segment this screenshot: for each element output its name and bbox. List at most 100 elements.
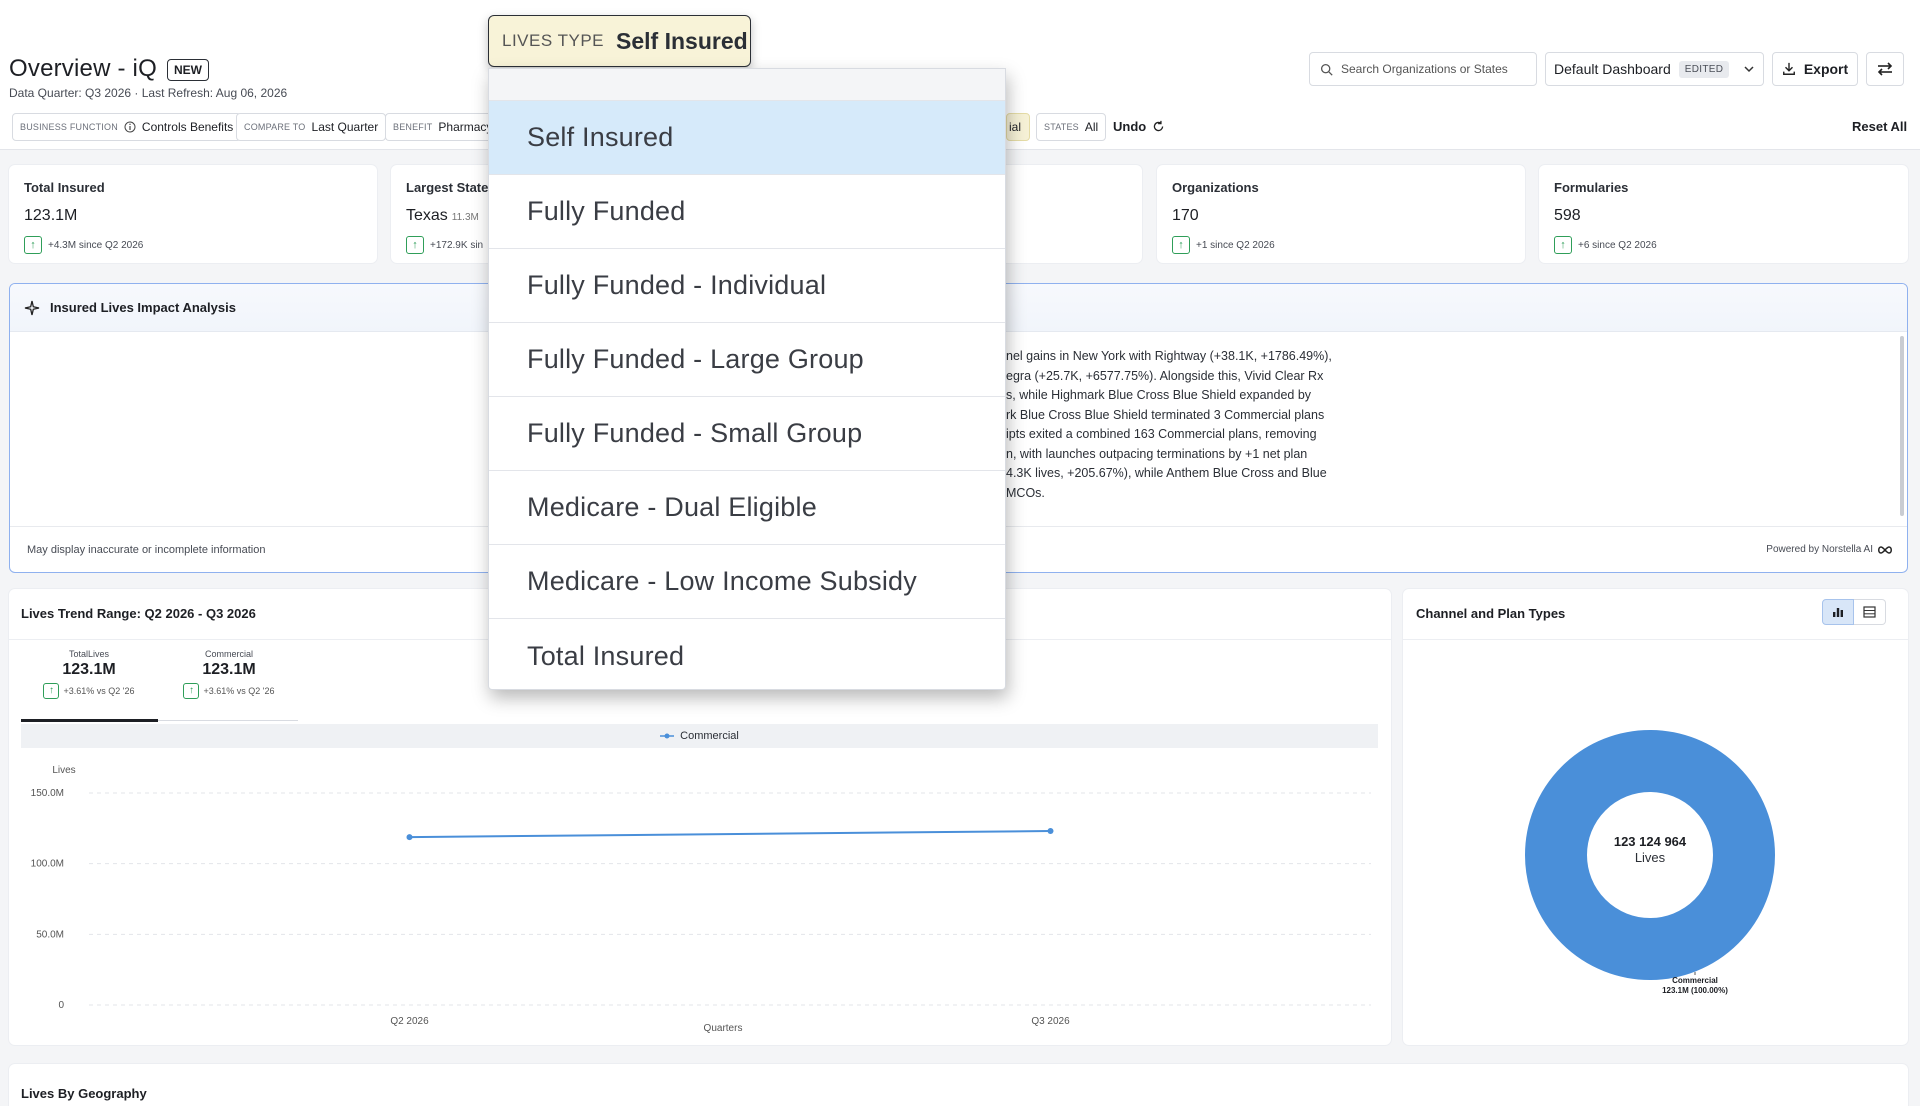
benefit-value: Pharmacy <box>438 120 493 134</box>
menu-item-fully-funded-individual[interactable]: Fully Funded - Individual <box>489 249 1005 323</box>
menu-item-self-insured[interactable]: Self Insured <box>489 101 1005 175</box>
menu-item-medicare-dual-eligible[interactable]: Medicare - Dual Eligible <box>489 471 1005 545</box>
impact-analysis-title: Insured Lives Impact Analysis <box>50 300 236 315</box>
lives-trend-chart: 050.0M100.0M150.0M Q2 2026 Q3 2026 Lives … <box>31 765 1371 1034</box>
kpi-delta-text: +172.9K sin <box>430 239 484 251</box>
swap-view-button[interactable] <box>1866 52 1904 86</box>
arrow-up-icon: ↑ <box>1172 236 1190 254</box>
analysis-line: rk Blue Cross Blue Shield terminated 3 C… <box>1006 407 1325 422</box>
search-icon <box>1320 63 1333 76</box>
kpi-value-text: Texas <box>406 207 448 224</box>
kpi-organizations: Organizations 170 ↑ +1 since Q2 2026 <box>1157 165 1525 263</box>
bar-chart-icon <box>1833 608 1843 617</box>
analysis-scrollbar[interactable] <box>1900 336 1904 516</box>
tab-value: 123.1M <box>202 661 256 678</box>
download-icon <box>1782 62 1795 75</box>
kpi-value-text: 170 <box>1172 207 1199 224</box>
menu-item-fully-funded-large-group[interactable]: Fully Funded - Large Group <box>489 323 1005 397</box>
export-label: Export <box>1803 61 1849 77</box>
data-point[interactable] <box>406 834 413 841</box>
tab-value: 123.1M <box>62 661 116 678</box>
kpi-value-text: 598 <box>1554 207 1581 224</box>
compare-to-filter[interactable]: COMPARE TO Last Quarter <box>236 113 387 141</box>
states-value: All <box>1084 120 1099 134</box>
lives-type-filter-partial[interactable]: ial <box>1006 113 1030 141</box>
channel-title: Channel and Plan Types <box>1416 606 1566 621</box>
x-axis-label: Quarters <box>704 1023 743 1034</box>
lives-type-selected: Self Insured <box>616 27 748 54</box>
menu-item-fully-funded-small-group[interactable]: Fully Funded - Small Group <box>489 397 1005 471</box>
disclaimer-text: May display inaccurate or incomplete inf… <box>27 543 266 556</box>
kpi-delta: ↑ +4.3M since Q2 2026 <box>24 236 143 254</box>
analysis-line: ipts exited a combined 163 Commercial pl… <box>1006 427 1317 441</box>
table-icon <box>1863 606 1876 618</box>
y-tick-label: 50.0M <box>36 929 64 940</box>
tab-delta: ↑ +3.61% vs Q2 '26 <box>159 683 299 699</box>
search-placeholder: Search Organizations or States <box>1341 62 1508 76</box>
business-function-value: Controls Benefits <box>141 120 234 134</box>
info-icon <box>124 121 136 133</box>
compare-to-value: Last Quarter <box>311 120 379 134</box>
menu-item-fully-funded[interactable]: Fully Funded <box>489 175 1005 249</box>
lives-type-filter[interactable]: LIVES TYPE Self Insured <box>488 15 751 67</box>
series-line-commercial <box>409 830 1051 839</box>
lives-type-menu: Self Insured Fully Funded Fully Funded -… <box>488 68 1006 690</box>
channel-donut-chart: 123 124 964 Lives Commercial 123.1M (100… <box>1525 730 1775 995</box>
y-axis-label: Lives <box>52 765 75 776</box>
export-button[interactable]: Export <box>1772 52 1858 86</box>
geography-title: Lives By Geography <box>21 1086 147 1101</box>
states-key: STATES <box>1044 122 1079 132</box>
kpi-label: Organizations <box>1172 180 1259 195</box>
lives-type-partial-value: ial <box>1009 120 1022 134</box>
donut-center-label: Lives <box>1635 850 1666 865</box>
compare-to-key: COMPARE TO <box>244 122 306 132</box>
data-point[interactable] <box>1047 828 1054 835</box>
search-input[interactable]: Search Organizations or States <box>1309 52 1537 86</box>
lives-by-geography-panel: Lives By Geography <box>9 1064 1908 1106</box>
impact-analysis-text: nel gains in New York with Rightway (+38… <box>1006 347 1386 503</box>
edited-badge: EDITED <box>1678 60 1730 78</box>
active-tab-indicator <box>21 719 158 722</box>
reset-all-button[interactable]: Reset All <box>1852 119 1907 134</box>
donut-slice-label: Commercial <box>1672 976 1718 985</box>
sparkle-icon <box>24 300 40 315</box>
states-filter[interactable]: STATES All <box>1036 113 1107 141</box>
refresh-icon <box>1154 120 1164 132</box>
business-function-filter[interactable]: BUSINESS FUNCTION Controls Benefits <box>12 113 242 141</box>
arrow-up-icon: ↑ <box>183 683 200 699</box>
y-tick-label: 100.0M <box>31 859 64 870</box>
kpi-delta: ↑ +1 since Q2 2026 <box>1172 236 1275 254</box>
kpi-hidden-card <box>990 165 1142 263</box>
benefit-filter[interactable]: BENEFIT Pharmacy <box>385 113 493 141</box>
menu-item-total-insured[interactable]: Total Insured <box>489 619 1005 693</box>
data-refresh-info: Data Quarter: Q3 2026 · Last Refresh: Au… <box>9 86 288 100</box>
tab-delta-text: +3.61% vs Q2 '26 <box>63 686 135 696</box>
kpi-formularies: Formularies 598 ↑ +6 since Q2 2026 <box>1539 165 1908 263</box>
kpi-label: Largest State <box>406 180 489 195</box>
dashboard-select[interactable]: Default Dashboard EDITED <box>1545 52 1764 86</box>
arrow-up-icon: ↑ <box>406 236 424 254</box>
x-tick-label: Q2 2026 <box>390 1016 429 1027</box>
tab-total-lives[interactable]: TotalLives 123.1M ↑ +3.61% vs Q2 '26 <box>19 649 159 699</box>
analysis-line: nel gains in New York with Rightway (+38… <box>1006 349 1332 363</box>
menu-header-gap <box>489 69 1005 101</box>
page-title: Overview - iQ <box>9 55 157 82</box>
powered-by-text: Powered by Norstella AI <box>1766 544 1873 555</box>
kpi-value-text: 123.1M <box>24 207 78 224</box>
table-view-toggle[interactable] <box>1854 599 1886 625</box>
tab-name: Commercial <box>204 649 253 659</box>
kpi-value: 123.1M <box>24 207 77 225</box>
legend-label: Commercial <box>680 730 739 742</box>
y-tick-label: 150.0M <box>31 788 64 799</box>
donut-center-value: 123 124 964 <box>1614 834 1687 849</box>
chart-legend[interactable]: Commercial <box>21 724 1378 748</box>
kpi-total-insured: Total Insured 123.1M ↑ +4.3M since Q2 202… <box>9 165 377 263</box>
divider <box>1403 639 1908 640</box>
tab-commercial[interactable]: Commercial 123.1M ↑ +3.61% vs Q2 '26 <box>159 649 299 699</box>
menu-item-medicare-low-income-subsidy[interactable]: Medicare - Low Income Subsidy <box>489 545 1005 619</box>
undo-button[interactable]: Undo <box>1113 119 1165 134</box>
chart-view-toggle[interactable] <box>1822 599 1854 625</box>
swap-arrows-icon <box>1877 62 1893 76</box>
dashboard-select-value: Default Dashboard <box>1554 61 1671 77</box>
legend-line-marker <box>660 733 675 739</box>
